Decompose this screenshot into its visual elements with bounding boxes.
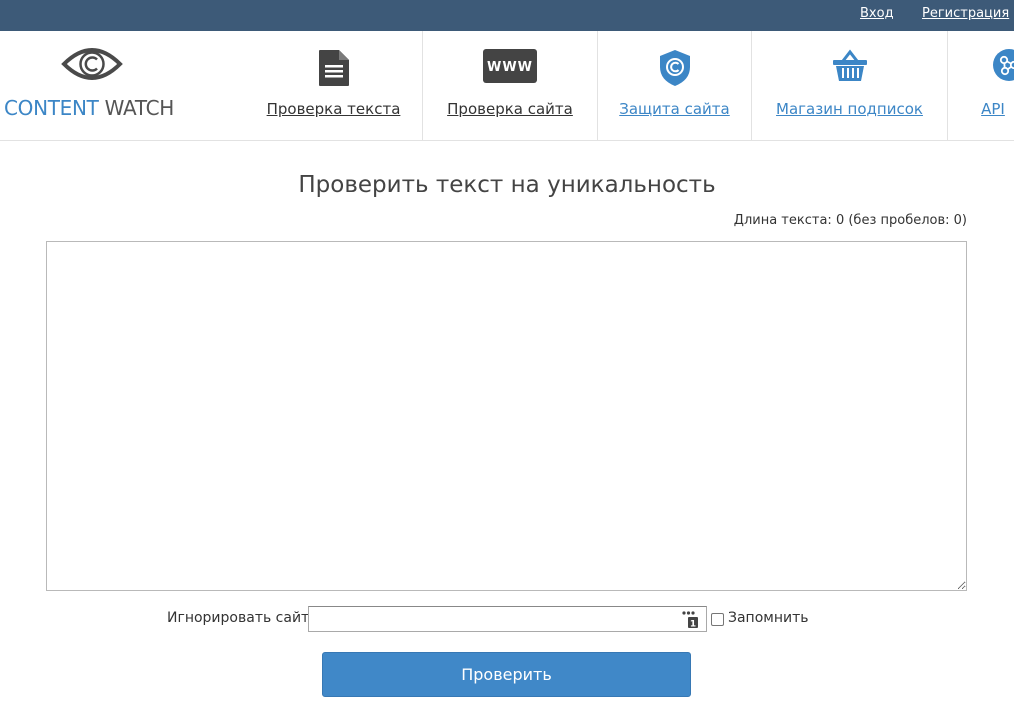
nav-subscription-shop[interactable]: Магазин подписок <box>752 31 947 141</box>
logo-text-content: CONTENT <box>4 96 99 120</box>
nav-label: Проверка сайта <box>447 100 573 118</box>
shield-copyright-icon <box>659 50 690 86</box>
nav-text-check[interactable]: Проверка текста <box>245 31 422 141</box>
nav-site-check[interactable]: WWW Проверка сайта <box>423 31 597 141</box>
basket-icon <box>832 49 867 81</box>
length-no-spaces: 0 <box>953 213 962 228</box>
ignore-site-input[interactable] <box>308 606 707 632</box>
nav-site-protection[interactable]: Защита сайта <box>598 31 751 141</box>
www-icon: WWW <box>483 49 537 83</box>
nav-label: API <box>981 100 1005 118</box>
site-header: CONTENT WATCH Проверка текста WWW Провер… <box>0 31 1014 141</box>
length-suffix: ) <box>961 213 967 228</box>
top-bar: Вход Регистрация <box>0 0 1014 31</box>
length-mid: (без пробелов: <box>844 213 954 228</box>
nav-label: Проверка текста <box>266 100 401 118</box>
check-button[interactable]: Проверить <box>322 652 691 697</box>
autofill-key-icon[interactable]: 1 <box>682 611 698 628</box>
remember-label[interactable]: Запомнить <box>728 610 809 626</box>
nav-label: Защита сайта <box>619 100 730 118</box>
svg-text:1: 1 <box>690 620 696 629</box>
document-icon <box>318 50 349 86</box>
text-length-counter: Длина текста: 0 (без пробелов: 0) <box>734 213 967 228</box>
page-title: Проверить текст на уникальность <box>298 172 716 198</box>
length-prefix: Длина текста: <box>733 213 836 228</box>
logo-text-watch: WATCH <box>104 96 175 120</box>
login-link[interactable]: Вход <box>860 6 894 21</box>
remember-checkbox[interactable] <box>711 613 724 626</box>
logo[interactable]: CONTENT WATCH <box>0 31 245 141</box>
share-nodes-icon <box>993 49 1014 81</box>
svg-text:WWW: WWW <box>487 60 533 75</box>
logo-text: CONTENT WATCH <box>4 96 174 120</box>
text-input-area[interactable] <box>46 241 967 591</box>
nav-api[interactable]: API <box>948 31 1014 141</box>
ignore-site-label: Игнорировать сайт: <box>167 610 314 626</box>
length-total: 0 <box>835 213 845 228</box>
eye-copyright-icon <box>61 48 123 80</box>
nav-label: Магазин подписок <box>776 100 923 118</box>
register-link[interactable]: Регистрация <box>922 6 1009 21</box>
